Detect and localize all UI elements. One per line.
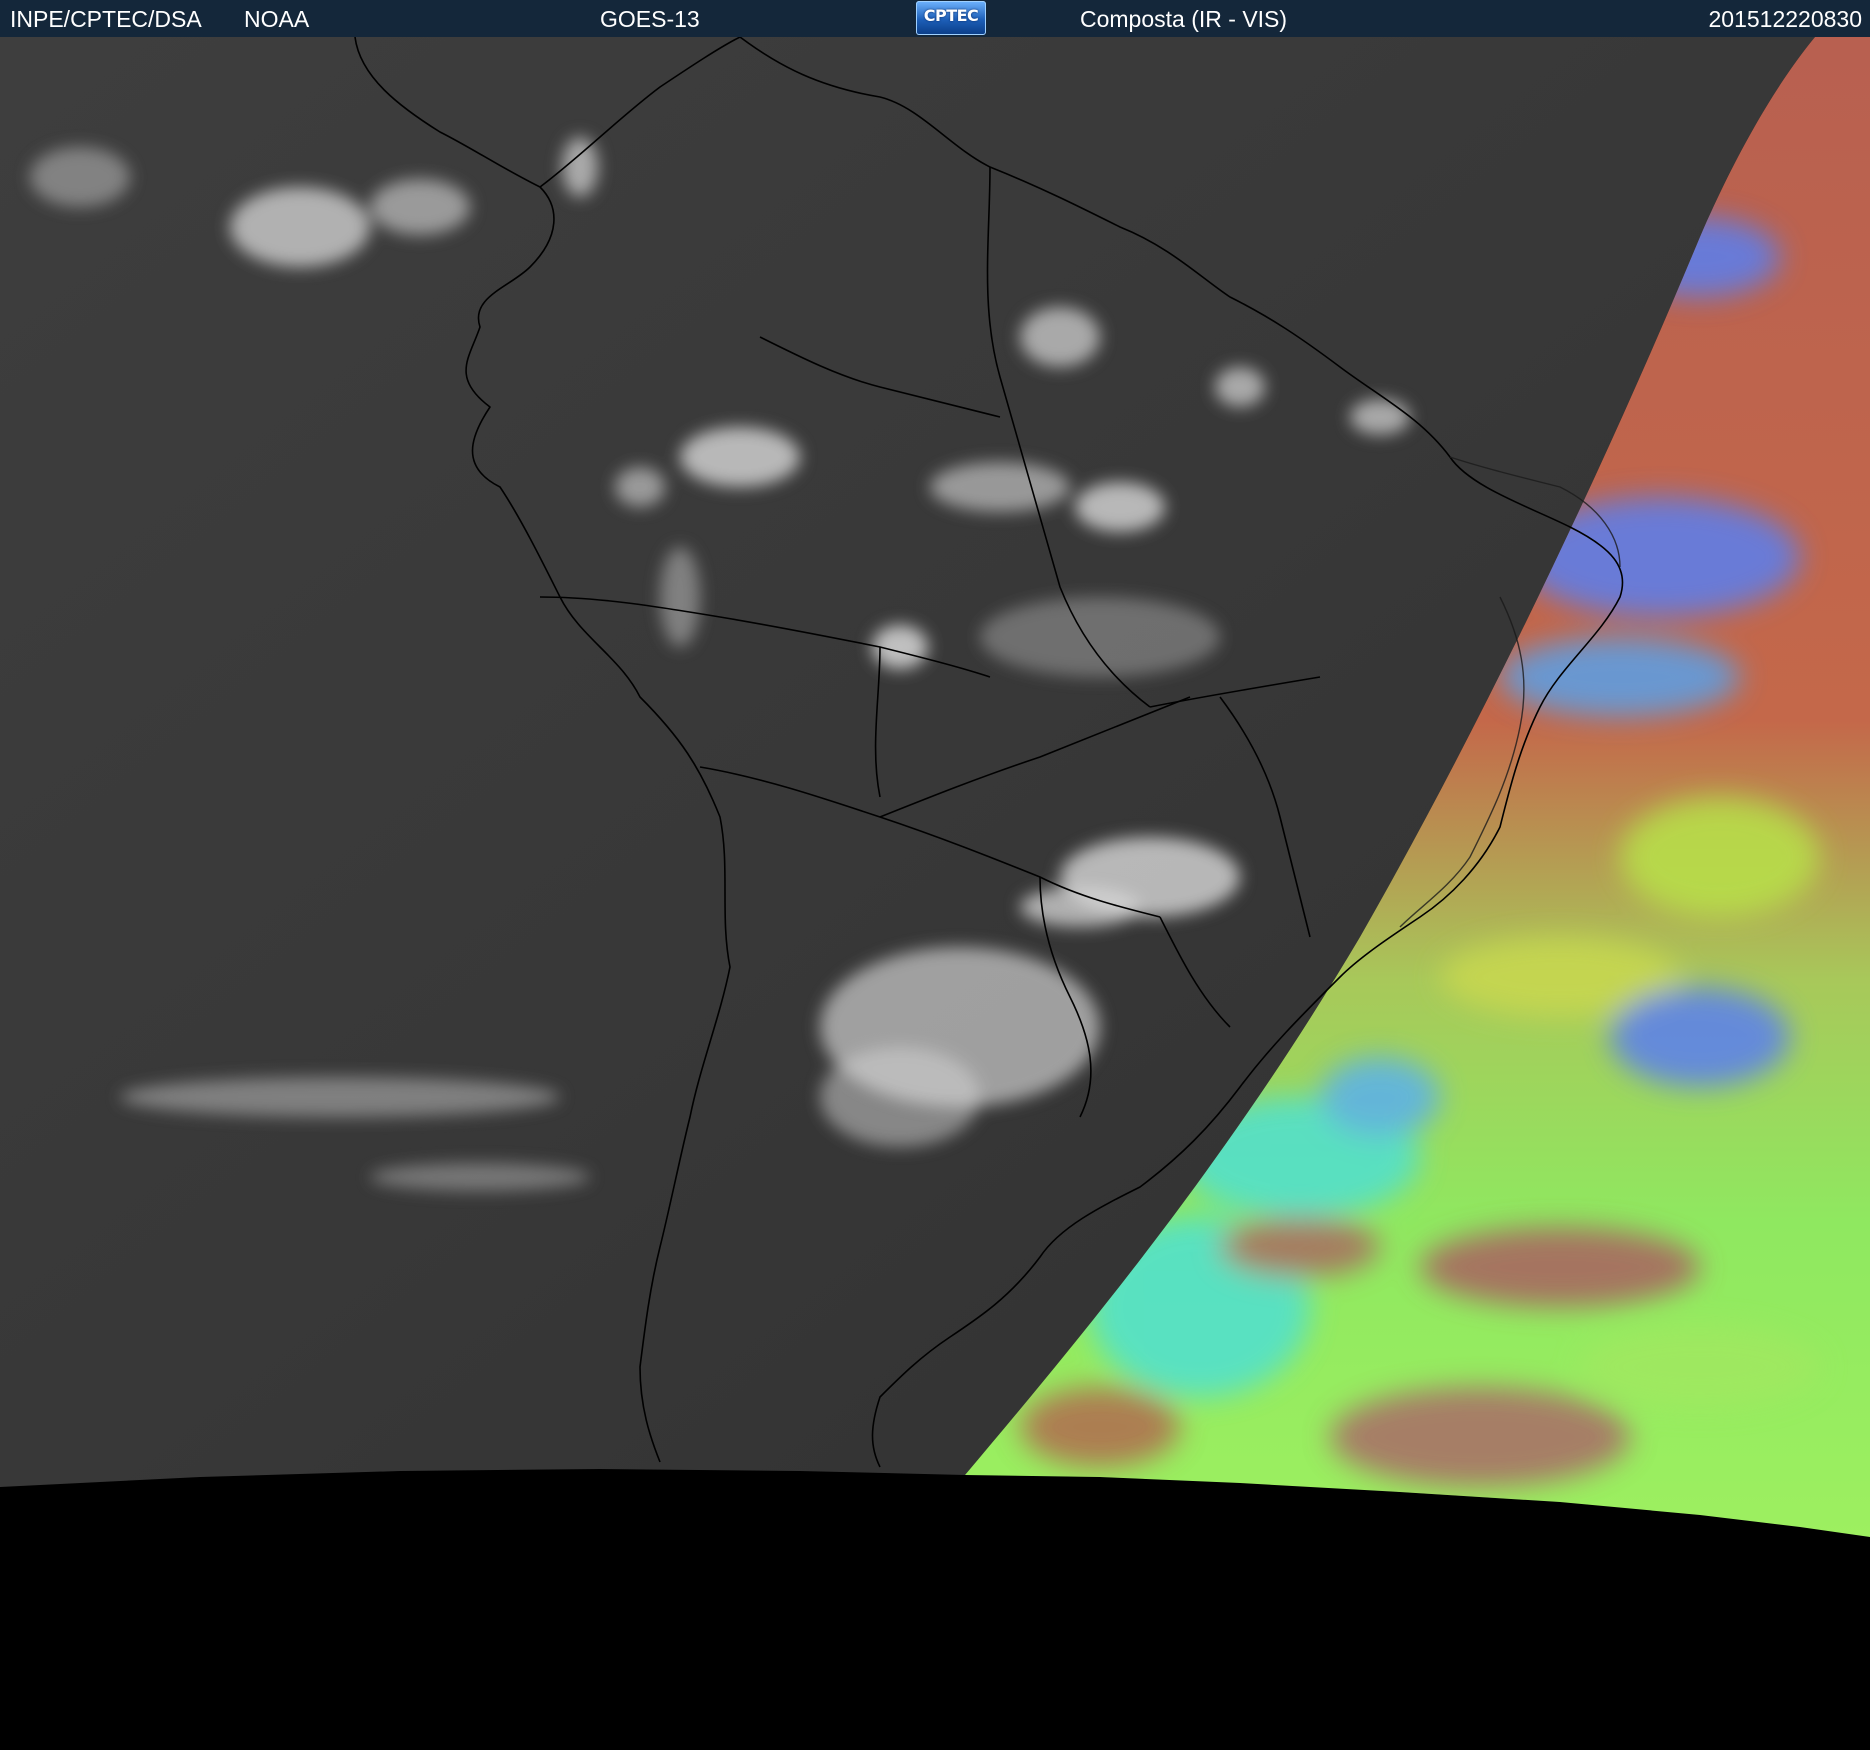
header-bar: INPE/CPTEC/DSA NOAA GOES-13 CPTEC Compos… <box>0 0 1870 37</box>
partner-label: NOAA <box>244 6 310 32</box>
product-label: Composta (IR - VIS) <box>1080 6 1288 32</box>
satellite-label: GOES-13 <box>600 6 700 32</box>
timestamp-label: 201512220830 <box>1708 6 1863 32</box>
cptec-logo: CPTEC <box>916 1 986 35</box>
satellite-image <box>0 37 1870 1537</box>
logo-text: CPTEC <box>923 6 979 25</box>
agency-label: INPE/CPTEC/DSA <box>10 6 202 32</box>
